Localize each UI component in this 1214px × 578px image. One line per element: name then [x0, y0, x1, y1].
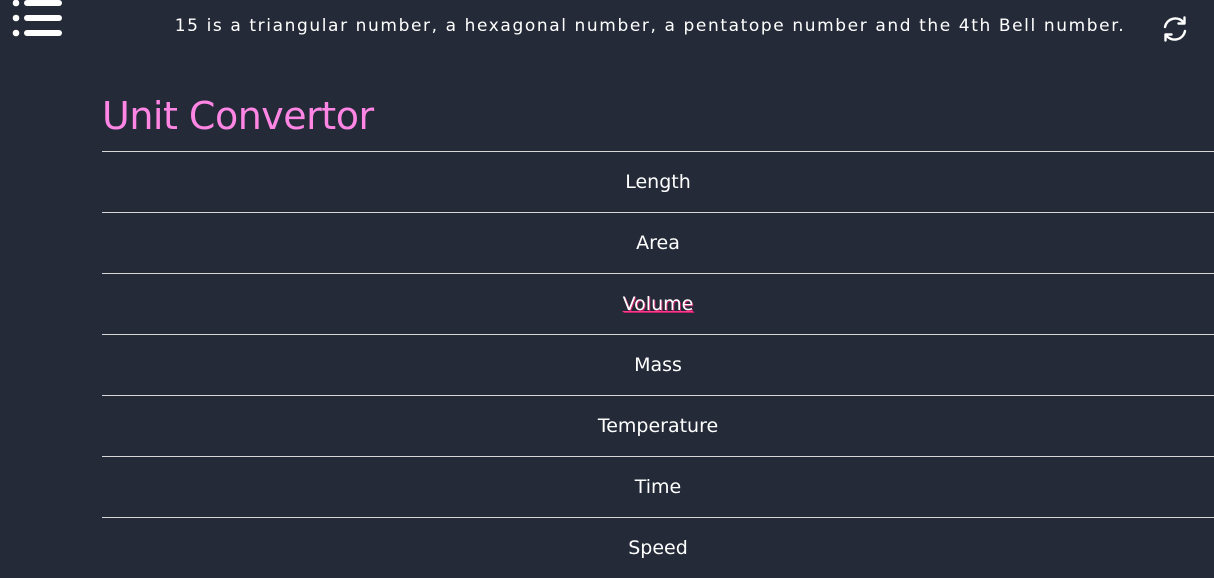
page-title: Unit Convertor: [102, 94, 374, 138]
unit-item-label: Length: [625, 171, 691, 193]
unit-item-speed[interactable]: Speed: [102, 517, 1214, 578]
unit-item-time[interactable]: Time: [102, 456, 1214, 517]
unit-item-length[interactable]: Length: [102, 151, 1214, 212]
unit-item-label: Volume: [622, 293, 694, 315]
unit-category-list: Length Area Volume Mass Temperature Time…: [102, 151, 1214, 578]
unit-item-label: Speed: [628, 537, 688, 559]
unit-item-label: Time: [634, 476, 682, 498]
unit-item-label: Area: [636, 232, 680, 254]
unit-item-mass[interactable]: Mass: [102, 334, 1214, 395]
refresh-icon[interactable]: [1160, 14, 1190, 44]
unit-item-label: Mass: [634, 354, 682, 376]
top-bar: 15 is a triangular number, a hexagonal n…: [0, 0, 1214, 60]
hamburger-menu-icon[interactable]: [12, 0, 64, 40]
unit-item-temperature[interactable]: Temperature: [102, 395, 1214, 456]
unit-item-volume[interactable]: Volume: [102, 273, 1214, 334]
unit-item-label: Temperature: [597, 415, 719, 437]
unit-item-area[interactable]: Area: [102, 212, 1214, 273]
number-fact-text: 15 is a triangular number, a hexagonal n…: [174, 16, 1126, 36]
